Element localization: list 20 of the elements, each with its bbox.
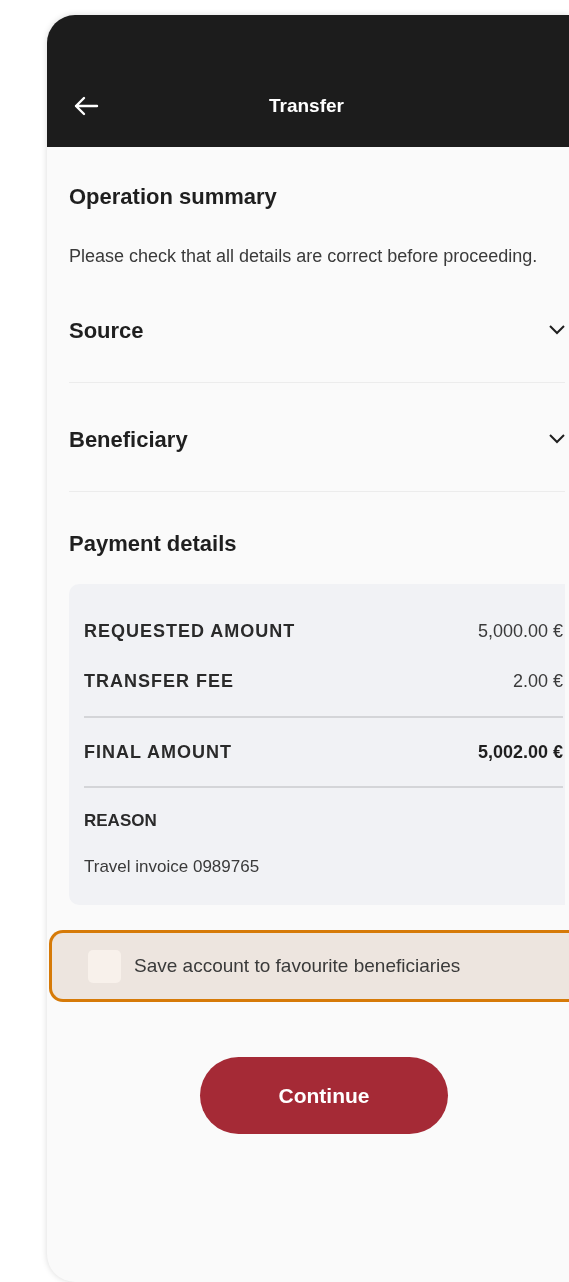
reason-value: Travel invoice 0989765: [84, 855, 261, 878]
favourite-checkbox-row[interactable]: Save account to favourite beneficiaries: [49, 930, 569, 1002]
back-arrow-icon[interactable]: [73, 95, 99, 117]
chevron-icon: [549, 325, 565, 335]
amount-label: TRANSFER FEE: [84, 669, 234, 693]
continue-button[interactable]: Continue: [200, 1057, 448, 1134]
chevron-icon: [549, 434, 565, 444]
accordion-header[interactable]: Beneficiary: [69, 383, 565, 492]
screen-title: Transfer: [269, 95, 344, 117]
section-heading: Payment details: [69, 530, 238, 558]
section-heading: Operation summary: [69, 183, 278, 211]
total-value: 5,002.00 €: [477, 740, 563, 764]
amount-value: 5,000.00 €: [477, 619, 563, 643]
accordion-header[interactable]: Source: [69, 274, 565, 383]
amount-label: REQUESTED AMOUNT: [84, 619, 296, 643]
checkbox-label: Save account to favourite beneficiaries: [134, 953, 461, 978]
amount-value: 2.00 €: [512, 669, 563, 693]
reason-label: REASON: [84, 810, 158, 832]
total-label: FINAL AMOUNT: [84, 740, 232, 764]
instruction-text: Please check that all details are correct before proceeding.: [69, 245, 539, 268]
